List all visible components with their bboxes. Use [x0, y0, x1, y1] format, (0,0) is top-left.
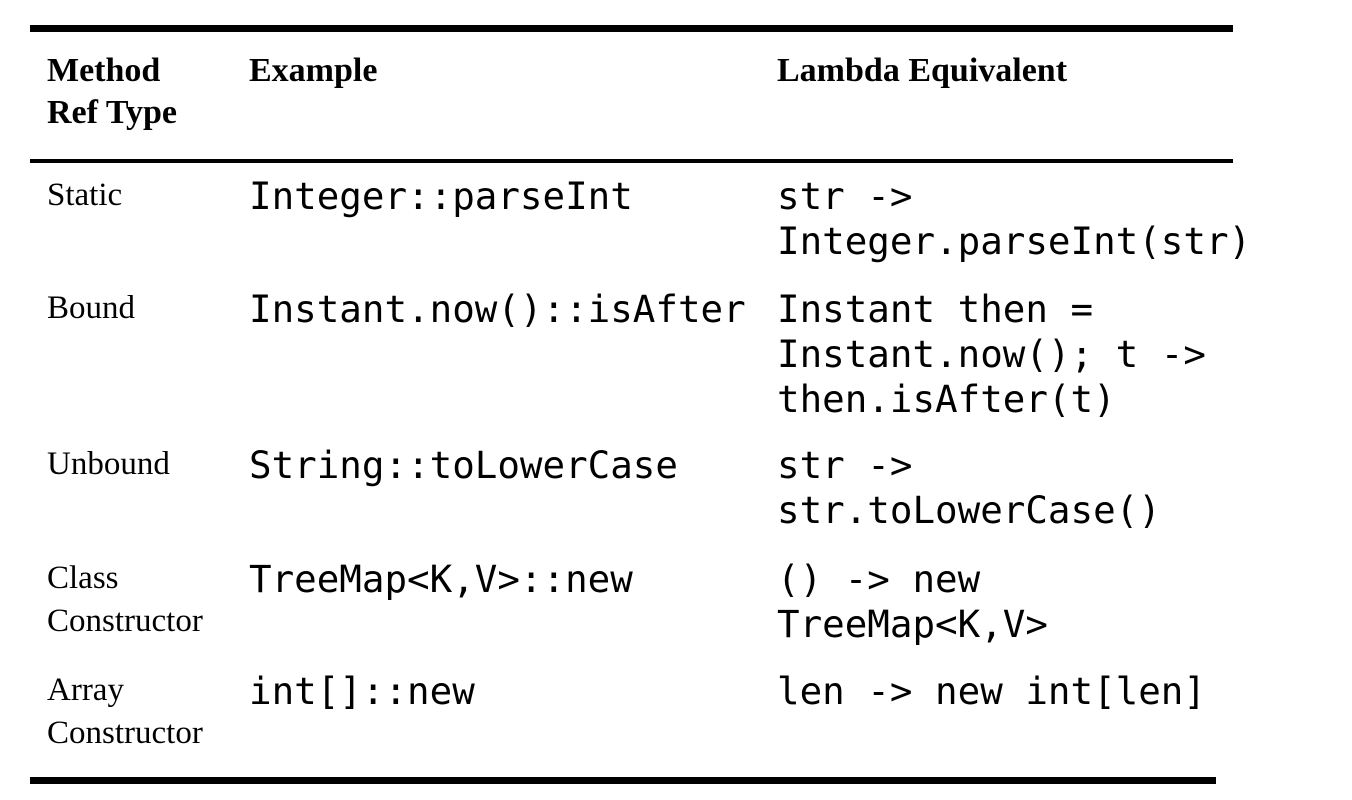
column-header-example: Example — [249, 52, 378, 89]
method-reference-table: Method Ref Type Example Lambda Equivalen… — [0, 0, 1352, 800]
table-top-rule — [30, 25, 1233, 32]
column-header-lambda-equivalent: Lambda Equivalent — [777, 52, 1068, 89]
cell-method-ref-type: Array Constructor — [47, 672, 203, 751]
cell-lambda-equivalent: () -> new TreeMap<K,V> — [777, 557, 1048, 646]
cell-example: int[]::new — [249, 669, 475, 713]
table-header-rule — [30, 159, 1233, 163]
cell-example: TreeMap<K,V>::new — [249, 557, 633, 601]
cell-example: Instant.now()::isAfter — [249, 287, 746, 331]
cell-method-ref-type: Class Constructor — [47, 560, 203, 639]
cell-example: Integer::parseInt — [249, 174, 633, 218]
cell-lambda-equivalent: str -> Integer.parseInt(str) — [777, 174, 1252, 263]
cell-method-ref-type: Unbound — [47, 446, 170, 482]
cell-example: String::toLowerCase — [249, 443, 678, 487]
cell-method-ref-type: Static — [47, 177, 123, 213]
cell-method-ref-type: Bound — [47, 290, 136, 326]
cell-lambda-equivalent: str -> str.toLowerCase() — [777, 443, 1161, 532]
table-bottom-rule — [30, 777, 1216, 784]
cell-lambda-equivalent: Instant then = Instant.now(); t -> then.… — [777, 287, 1206, 421]
cell-lambda-equivalent: len -> new int[len] — [777, 669, 1206, 713]
column-header-method-ref-type: Method Ref Type — [47, 52, 178, 131]
